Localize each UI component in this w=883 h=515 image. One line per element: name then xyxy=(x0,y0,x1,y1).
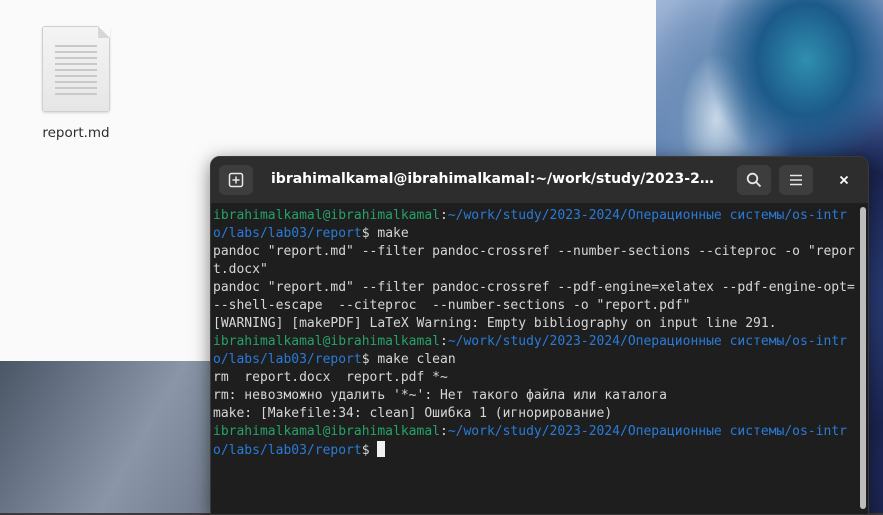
terminal-output-line: rm: невозможно удалить '*~': Нет такого … xyxy=(213,388,667,403)
menu-button[interactable] xyxy=(779,165,813,195)
terminal-window[interactable]: ibrahimalkamal@ibrahimalkamal:~/work/stu… xyxy=(210,156,869,515)
new-tab-button[interactable] xyxy=(219,165,253,195)
terminal-header-bar: ibrahimalkamal@ibrahimalkamal:~/work/stu… xyxy=(211,157,868,203)
terminal-prompt-line: ibrahimalkamal@ibrahimalkamal:~/work/stu… xyxy=(213,208,847,241)
prompt-user: ibrahimalkamal@ibrahimalkamal xyxy=(213,334,440,349)
file-name-label: report.md xyxy=(42,125,110,141)
terminal-output-line: pandoc "report.md" --filter pandoc-cross… xyxy=(213,244,855,277)
search-icon xyxy=(746,172,762,188)
prompt-user: ibrahimalkamal@ibrahimalkamal xyxy=(213,424,440,439)
prompt-command: make xyxy=(377,226,409,241)
terminal-scrollbar[interactable] xyxy=(860,207,866,509)
text-file-icon xyxy=(42,26,110,112)
close-button[interactable] xyxy=(827,165,861,195)
search-button[interactable] xyxy=(737,165,771,195)
terminal-cursor xyxy=(377,441,386,457)
close-icon xyxy=(839,175,849,185)
terminal-prompt-line: ibrahimalkamal@ibrahimalkamal:~/work/stu… xyxy=(213,334,847,367)
new-tab-icon xyxy=(228,172,244,188)
prompt-command: make clean xyxy=(377,352,456,367)
terminal-output-line: rm report.docx report.pdf *~ xyxy=(213,370,448,385)
terminal-prompt-line: ibrahimalkamal@ibrahimalkamal:~/work/stu… xyxy=(213,424,847,458)
terminal-output[interactable]: ibrahimalkamal@ibrahimalkamal:~/work/stu… xyxy=(213,207,857,511)
terminal-output-line: pandoc "report.md" --filter pandoc-cross… xyxy=(213,280,855,313)
terminal-output-line: [WARNING] [makePDF] LaTeX Warning: Empty… xyxy=(213,316,777,331)
hamburger-menu-icon xyxy=(790,174,802,186)
terminal-output-line: make: [Makefile:34: clean] Ошибка 1 (игн… xyxy=(213,406,613,421)
prompt-user: ibrahimalkamal@ibrahimalkamal xyxy=(213,208,440,223)
terminal-title: ibrahimalkamal@ibrahimalkamal:~/work/stu… xyxy=(271,171,715,187)
file-item-report-md[interactable]: report.md xyxy=(30,26,122,141)
